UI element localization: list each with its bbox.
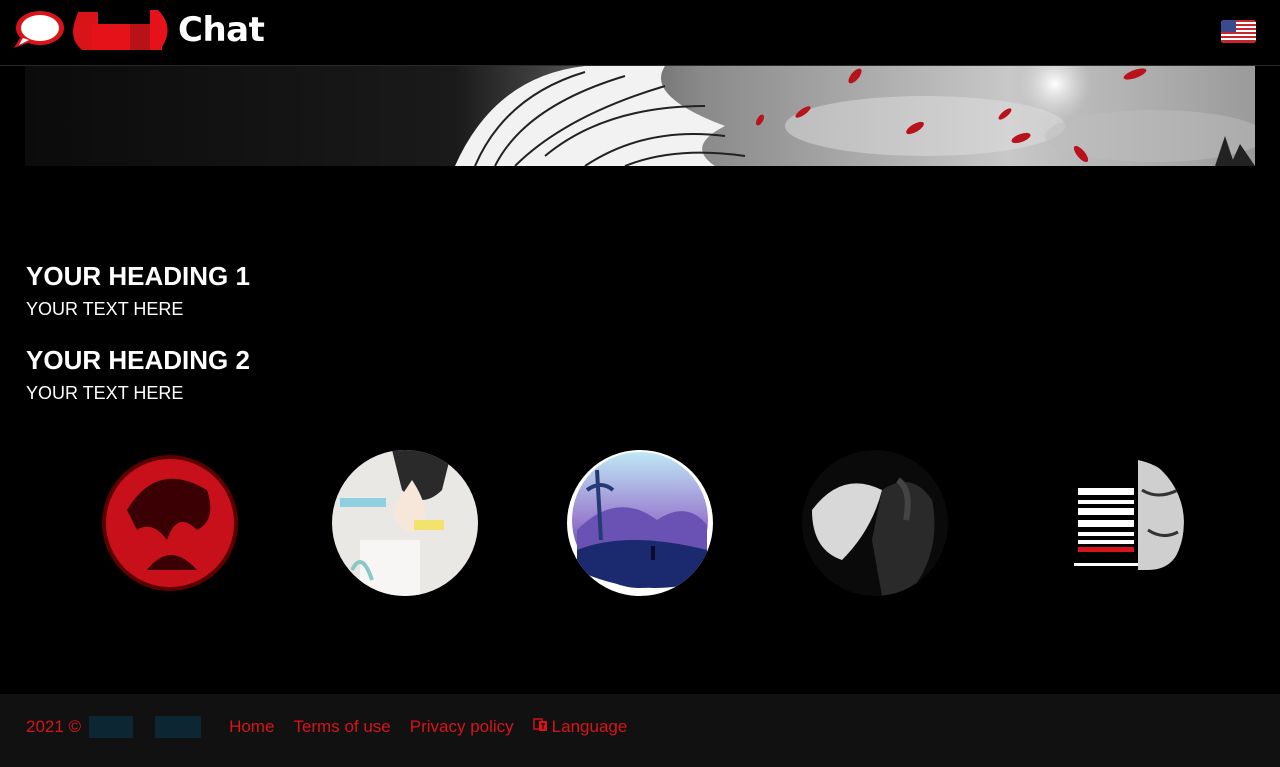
redacted-block (155, 716, 202, 738)
section-text-2: YOUR TEXT HERE (26, 383, 184, 403)
language-icon (532, 717, 548, 737)
avatar-hooded-figure[interactable] (802, 450, 948, 596)
avatar-row (0, 450, 1280, 598)
top-navigation-bar: Chat (0, 0, 1280, 66)
us-flag-icon[interactable] (1221, 20, 1256, 43)
footer-links: 2021 © Home Terms of use Privacy policy … (26, 716, 646, 738)
section-text-1: YOUR TEXT HERE (26, 299, 184, 319)
redacted-block (89, 716, 134, 738)
site-logo[interactable]: Chat (10, 6, 265, 54)
logo-redacted-mark (70, 10, 176, 50)
avatar-anime-quote[interactable] (332, 450, 478, 596)
chat-bubble-icon (10, 8, 66, 52)
brand-text: Chat (178, 10, 265, 50)
avatar-malcolm-x-quote[interactable] (1038, 450, 1184, 596)
avatar-watercolor-landscape[interactable] (567, 450, 713, 596)
site-footer: 2021 © Home Terms of use Privacy policy … (0, 694, 1280, 767)
footer-link-language[interactable]: Language (532, 717, 628, 737)
language-label: Language (551, 717, 628, 736)
main-content: YOUR HEADING 1 YOUR TEXT HERE YOUR HEADI… (26, 258, 250, 426)
footer-link-home[interactable]: Home (229, 717, 274, 737)
section-heading-1: YOUR HEADING 1 (26, 261, 250, 291)
footer-link-terms[interactable]: Terms of use (293, 717, 390, 737)
footer-link-privacy[interactable]: Privacy policy (410, 717, 514, 737)
avatar-red-anime[interactable] (97, 450, 243, 596)
hero-banner-image (25, 66, 1255, 166)
section-heading-2: YOUR HEADING 2 (26, 345, 250, 375)
copyright-text: 2021 © (26, 717, 82, 736)
